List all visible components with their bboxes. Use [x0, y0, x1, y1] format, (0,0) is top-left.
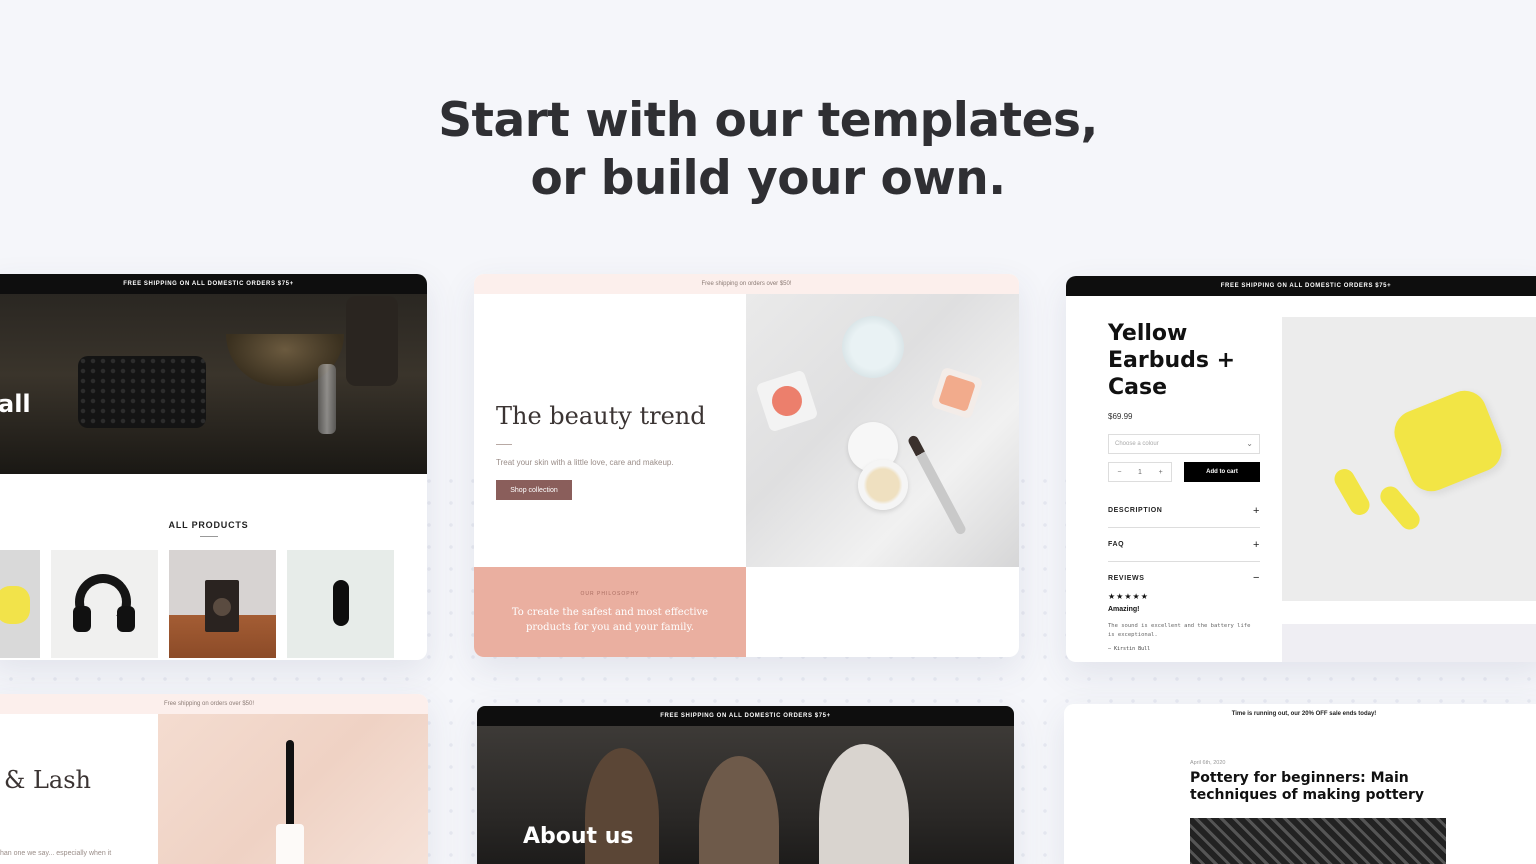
announcement-bar: Time is running out, our 20% OFF sale en…	[1064, 704, 1536, 724]
headphones-cup-right	[117, 606, 135, 632]
hero-subtitle: Treat your skin with a little love, care…	[496, 458, 674, 467]
template-card-blog[interactable]: Time is running out, our 20% OFF sale en…	[1064, 704, 1536, 864]
review-title: Amazing!	[1108, 606, 1140, 613]
template-card-electronics[interactable]: FREE SHIPPING ON ALL DOMESTIC ORDERS $75…	[0, 274, 427, 660]
hero-title: The beauty trend	[496, 402, 706, 430]
qty-value: 1	[1138, 468, 1142, 476]
template-card-about[interactable]: FREE SHIPPING ON ALL DOMESTIC ORDERS $75…	[477, 706, 1014, 864]
mascara-image	[158, 714, 428, 864]
post-date: April 6th, 2020	[1190, 760, 1226, 766]
template-card-lash[interactable]: Free shipping on orders over $50! & Lash…	[0, 694, 428, 864]
qty-plus-button[interactable]: +	[1159, 469, 1163, 476]
announcement-bar: FREE SHIPPING ON ALL DOMESTIC ORDERS $75…	[1066, 276, 1536, 296]
person-shape-3	[819, 744, 909, 864]
speaker-shape	[78, 356, 206, 428]
accordion-label: FAQ	[1108, 541, 1125, 548]
jar-shape	[346, 296, 398, 386]
earbuds-image	[0, 586, 30, 624]
colour-select[interactable]: Choose a colour ⌄	[1108, 434, 1260, 454]
shop-collection-button[interactable]: Shop collection	[496, 480, 572, 500]
philosophy-label: OUR PHILOSOPHY	[580, 591, 640, 597]
glass-shape	[842, 316, 904, 378]
hero-subtitle: han one we say... especially when it	[0, 850, 112, 857]
title-divider	[496, 444, 512, 445]
product-card-fitness-band[interactable]	[287, 550, 394, 658]
add-to-cart-button[interactable]: Add to cart	[1184, 462, 1260, 482]
accordion-reviews[interactable]: REVIEWS −	[1108, 562, 1260, 594]
headphones-cup-left	[73, 606, 91, 632]
mascara-wand-shape	[286, 740, 294, 830]
philosophy-panel: OUR PHILOSOPHY To create the safest and …	[474, 567, 746, 657]
product-card-speaker[interactable]	[169, 550, 276, 658]
plus-icon: +	[1252, 504, 1260, 517]
hero-text-panel: The beauty trend Treat your skin with a …	[474, 294, 746, 567]
post-image	[1190, 818, 1446, 864]
hero-title: & Lash	[4, 766, 92, 794]
earbud-shape-2	[1376, 482, 1424, 534]
keys-shape	[318, 364, 336, 434]
headline-line-1: Start with our templates,	[438, 93, 1098, 148]
hero-heading: all	[0, 390, 31, 418]
headline-line-2: or build your own.	[530, 151, 1006, 206]
page-headline: Start with our templates, or build your …	[0, 92, 1536, 208]
colour-select-placeholder: Choose a colour	[1115, 441, 1159, 447]
template-card-earbuds[interactable]: FREE SHIPPING ON ALL DOMESTIC ORDERS $75…	[1066, 276, 1536, 662]
quantity-stepper[interactable]: − 1 +	[1108, 462, 1172, 482]
announcement-bar: Free shipping on orders over $50!	[0, 694, 428, 714]
product-price: $69.99	[1108, 412, 1133, 421]
section-title: ALL PRODUCTS	[168, 520, 249, 530]
accordion-description[interactable]: DESCRIPTION +	[1108, 494, 1260, 528]
plus-icon: +	[1252, 538, 1260, 551]
hero-image: all	[0, 294, 427, 474]
product-title: Yellow Earbuds + Case	[1108, 321, 1236, 400]
chevron-down-icon: ⌄	[1246, 439, 1253, 448]
team-photo: About us	[477, 726, 1014, 864]
accordion-label: DESCRIPTION	[1108, 507, 1163, 514]
product-card-headphones[interactable]	[51, 550, 158, 658]
cosmetics-image	[746, 294, 1019, 567]
announcement-bar: Free shipping on orders over $50!	[474, 274, 1019, 294]
blush-compact-shape	[755, 369, 819, 433]
accordion-faq[interactable]: FAQ +	[1108, 528, 1260, 562]
about-heading: About us	[523, 824, 634, 849]
makeup-brush-shape	[906, 434, 968, 536]
blush-compact-shape-2	[930, 366, 984, 420]
product-card-earbuds[interactable]	[0, 550, 40, 658]
review-stars: ★★★★★	[1108, 592, 1149, 601]
fitness-band-image	[333, 580, 349, 626]
review-body: The sound is excellent and the battery l…	[1108, 623, 1251, 638]
template-card-beauty[interactable]: Free shipping on orders over $50! The be…	[474, 274, 1019, 657]
product-thumbnail[interactable]	[1282, 624, 1536, 662]
announcement-bar: FREE SHIPPING ON ALL DOMESTIC ORDERS $75…	[0, 274, 427, 294]
mascara-tube-shape	[276, 824, 304, 864]
minus-icon: −	[1252, 572, 1260, 584]
cream-jar-shape-2	[858, 460, 908, 510]
accordion-label: REVIEWS	[1108, 574, 1145, 582]
product-grid	[0, 550, 394, 658]
earbuds-product-image	[1282, 317, 1536, 601]
review-author: — Kirstin Bull	[1108, 646, 1151, 652]
earbud-shape	[1330, 465, 1374, 519]
section-divider	[199, 536, 218, 537]
philosophy-quote: To create the safest and most effective …	[511, 607, 709, 633]
speaker-image	[205, 580, 239, 632]
announcement-bar: FREE SHIPPING ON ALL DOMESTIC ORDERS $75…	[477, 706, 1014, 726]
person-shape-2	[699, 756, 779, 864]
earbuds-case-shape	[1387, 384, 1509, 498]
post-title[interactable]: Pottery for beginners: Main techniques o…	[1190, 770, 1430, 804]
qty-minus-button[interactable]: −	[1117, 469, 1121, 476]
